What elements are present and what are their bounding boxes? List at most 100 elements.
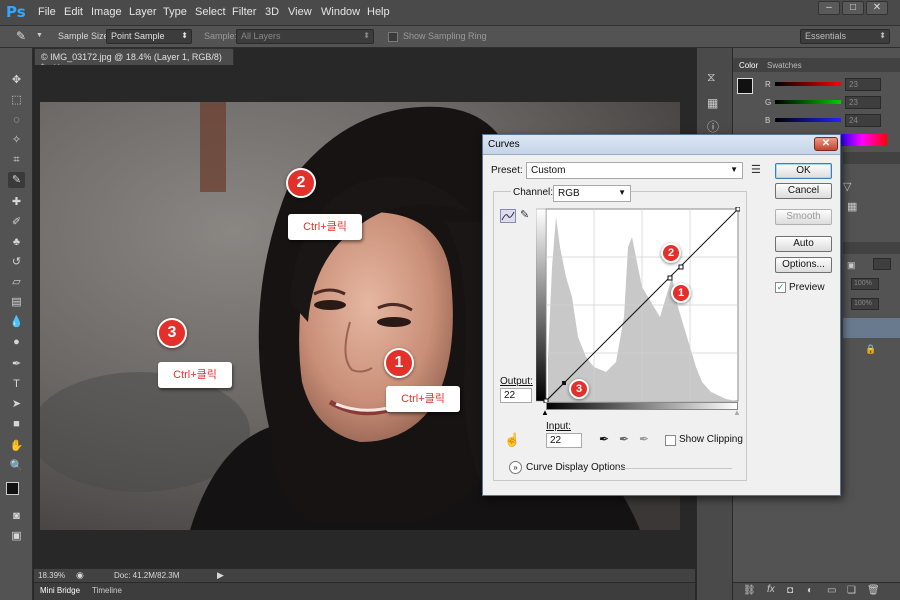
- black-eyedropper-icon[interactable]: ✒: [599, 432, 609, 446]
- slider-b[interactable]: [775, 118, 841, 122]
- slider-g[interactable]: [775, 100, 841, 104]
- menu-image[interactable]: Image: [91, 6, 122, 18]
- ok-button[interactable]: OK: [775, 163, 832, 179]
- layers-filter-select[interactable]: [873, 258, 891, 270]
- menu-type[interactable]: Type: [163, 6, 187, 18]
- status-info-icon[interactable]: ◉: [76, 570, 84, 581]
- expand-options-icon[interactable]: »: [509, 461, 522, 474]
- layer-filter-icon[interactable]: ▣: [847, 260, 856, 271]
- tab-swatches[interactable]: Swatches: [767, 61, 802, 70]
- marquee-tool-icon[interactable]: ⬚: [8, 92, 25, 108]
- adjustment-grid-icon[interactable]: ▦: [847, 200, 857, 213]
- preview-checkbox[interactable]: ✓: [775, 282, 786, 293]
- history-brush-tool-icon[interactable]: ↺: [8, 254, 25, 270]
- document-tab[interactable]: © IMG_03172.jpg @ 18.4% (Layer 1, RGB/8)…: [34, 48, 234, 72]
- maximize-icon[interactable]: □: [842, 1, 864, 15]
- cancel-button[interactable]: Cancel: [775, 183, 832, 199]
- input-input[interactable]: 22: [546, 433, 582, 448]
- show-clipping-checkbox[interactable]: [665, 435, 676, 446]
- history-icon[interactable]: ⧖: [707, 70, 715, 85]
- auto-button[interactable]: Auto: [775, 236, 832, 252]
- menu-3d[interactable]: 3D: [265, 6, 279, 18]
- menu-edit[interactable]: Edit: [64, 6, 83, 18]
- sample-size-select[interactable]: Point Sample ⬍: [106, 29, 192, 44]
- preset-select[interactable]: Custom ▼: [526, 162, 743, 179]
- menu-layer[interactable]: Layer: [129, 6, 157, 18]
- info-icon[interactable]: ⓘ: [707, 118, 719, 135]
- tab-timeline[interactable]: Timeline: [92, 586, 122, 595]
- close-window-icon[interactable]: ✕: [866, 1, 888, 15]
- link-layers-icon[interactable]: ⛓: [743, 585, 756, 596]
- move-tool-icon[interactable]: ✥: [8, 72, 25, 88]
- new-group-icon[interactable]: ▭: [827, 585, 836, 596]
- clone-stamp-tool-icon[interactable]: ♣: [8, 234, 25, 250]
- menu-view[interactable]: View: [288, 6, 312, 18]
- path-selection-tool-icon[interactable]: ➤: [8, 396, 25, 412]
- channel-g-input[interactable]: 23: [845, 96, 881, 109]
- type-tool-icon[interactable]: T: [8, 376, 25, 392]
- foreground-color-swatch[interactable]: [6, 482, 19, 495]
- curve-mode-icon[interactable]: [500, 209, 516, 223]
- menu-window[interactable]: Window: [321, 6, 360, 18]
- trash-icon[interactable]: 🗑: [867, 585, 880, 596]
- minimize-icon[interactable]: –: [818, 1, 840, 15]
- hand-tool-icon[interactable]: ✋: [8, 438, 25, 454]
- adjustment-triangle-icon[interactable]: ▽: [843, 180, 851, 193]
- output-input[interactable]: 22: [500, 388, 532, 403]
- preset-options-icon[interactable]: ☰: [751, 163, 761, 176]
- properties-icon[interactable]: ▦: [707, 96, 718, 110]
- zoom-level[interactable]: 18.39%: [38, 571, 65, 580]
- workspace-select[interactable]: Essentials ⬍: [800, 29, 890, 44]
- eraser-tool-icon[interactable]: ▱: [8, 274, 25, 290]
- pen-tool-icon[interactable]: ✒: [8, 356, 25, 372]
- menu-file[interactable]: File: [38, 6, 56, 18]
- black-point-slider-icon[interactable]: ▲: [541, 408, 549, 417]
- zoom-tool-icon[interactable]: 🔍: [8, 458, 25, 474]
- menu-help[interactable]: Help: [367, 6, 390, 18]
- close-icon[interactable]: ✕: [814, 137, 838, 151]
- add-mask-icon[interactable]: ◘: [787, 585, 793, 596]
- dodge-tool-icon[interactable]: ●: [8, 334, 25, 350]
- menu-select[interactable]: Select: [195, 6, 226, 18]
- curves-graph[interactable]: [535, 206, 741, 404]
- show-sampling-ring-checkbox[interactable]: [388, 32, 398, 42]
- blur-tool-icon[interactable]: 💧: [8, 314, 25, 330]
- rectangle-tool-icon[interactable]: ■: [8, 416, 25, 432]
- opacity-input[interactable]: 100%: [851, 278, 879, 290]
- gradient-tool-icon[interactable]: ▤: [8, 294, 25, 310]
- fill-input[interactable]: 100%: [851, 298, 879, 310]
- curve-display-options-label[interactable]: Curve Display Options: [526, 462, 625, 473]
- lasso-tool-icon[interactable]: ◌: [8, 112, 25, 128]
- tab-color[interactable]: Color: [739, 61, 758, 70]
- smooth-button[interactable]: Smooth: [775, 209, 832, 225]
- curves-titlebar[interactable]: Curves: [483, 135, 840, 155]
- pencil-icon[interactable]: ✎: [520, 208, 529, 221]
- white-point-slider-icon[interactable]: ▲: [733, 408, 741, 417]
- tool-preset-chevron-icon[interactable]: ▼: [36, 32, 43, 39]
- healing-brush-tool-icon[interactable]: ✚: [8, 194, 25, 210]
- new-layer-icon[interactable]: ❑: [847, 585, 856, 596]
- crop-tool-icon[interactable]: ⌗: [8, 152, 25, 168]
- slider-r[interactable]: [775, 82, 841, 86]
- status-menu-arrow-icon[interactable]: ▶: [217, 570, 224, 581]
- channel-b-input[interactable]: 24: [845, 114, 881, 127]
- adjustment-layer-icon[interactable]: ◐: [807, 585, 813, 596]
- screen-mode-icon[interactable]: ▣: [8, 528, 25, 544]
- gray-eyedropper-icon[interactable]: ✒: [619, 432, 629, 446]
- options-button[interactable]: Options...: [775, 257, 832, 273]
- on-image-adjust-icon[interactable]: ☝: [504, 432, 520, 448]
- fx-icon[interactable]: fx: [767, 584, 775, 595]
- eyedropper-tool-icon[interactable]: ✎: [8, 172, 25, 188]
- quick-mask-icon[interactable]: ◙: [8, 508, 25, 524]
- channel-select[interactable]: RGB ▼: [553, 185, 631, 202]
- brush-tool-icon[interactable]: ✐: [8, 214, 25, 230]
- foreground-swatch[interactable]: [737, 78, 753, 94]
- tab-mini-bridge[interactable]: Mini Bridge: [40, 586, 80, 595]
- eyedropper-tool-icon[interactable]: ✎: [16, 29, 26, 43]
- quick-select-tool-icon[interactable]: ✧: [8, 132, 25, 148]
- channel-r-input[interactable]: 23: [845, 78, 881, 91]
- layer-row-selected[interactable]: [843, 318, 900, 338]
- white-eyedropper-icon[interactable]: ✒: [639, 432, 649, 446]
- sample-select[interactable]: All Layers ⬍: [236, 29, 374, 44]
- menu-filter[interactable]: Filter: [232, 6, 256, 18]
